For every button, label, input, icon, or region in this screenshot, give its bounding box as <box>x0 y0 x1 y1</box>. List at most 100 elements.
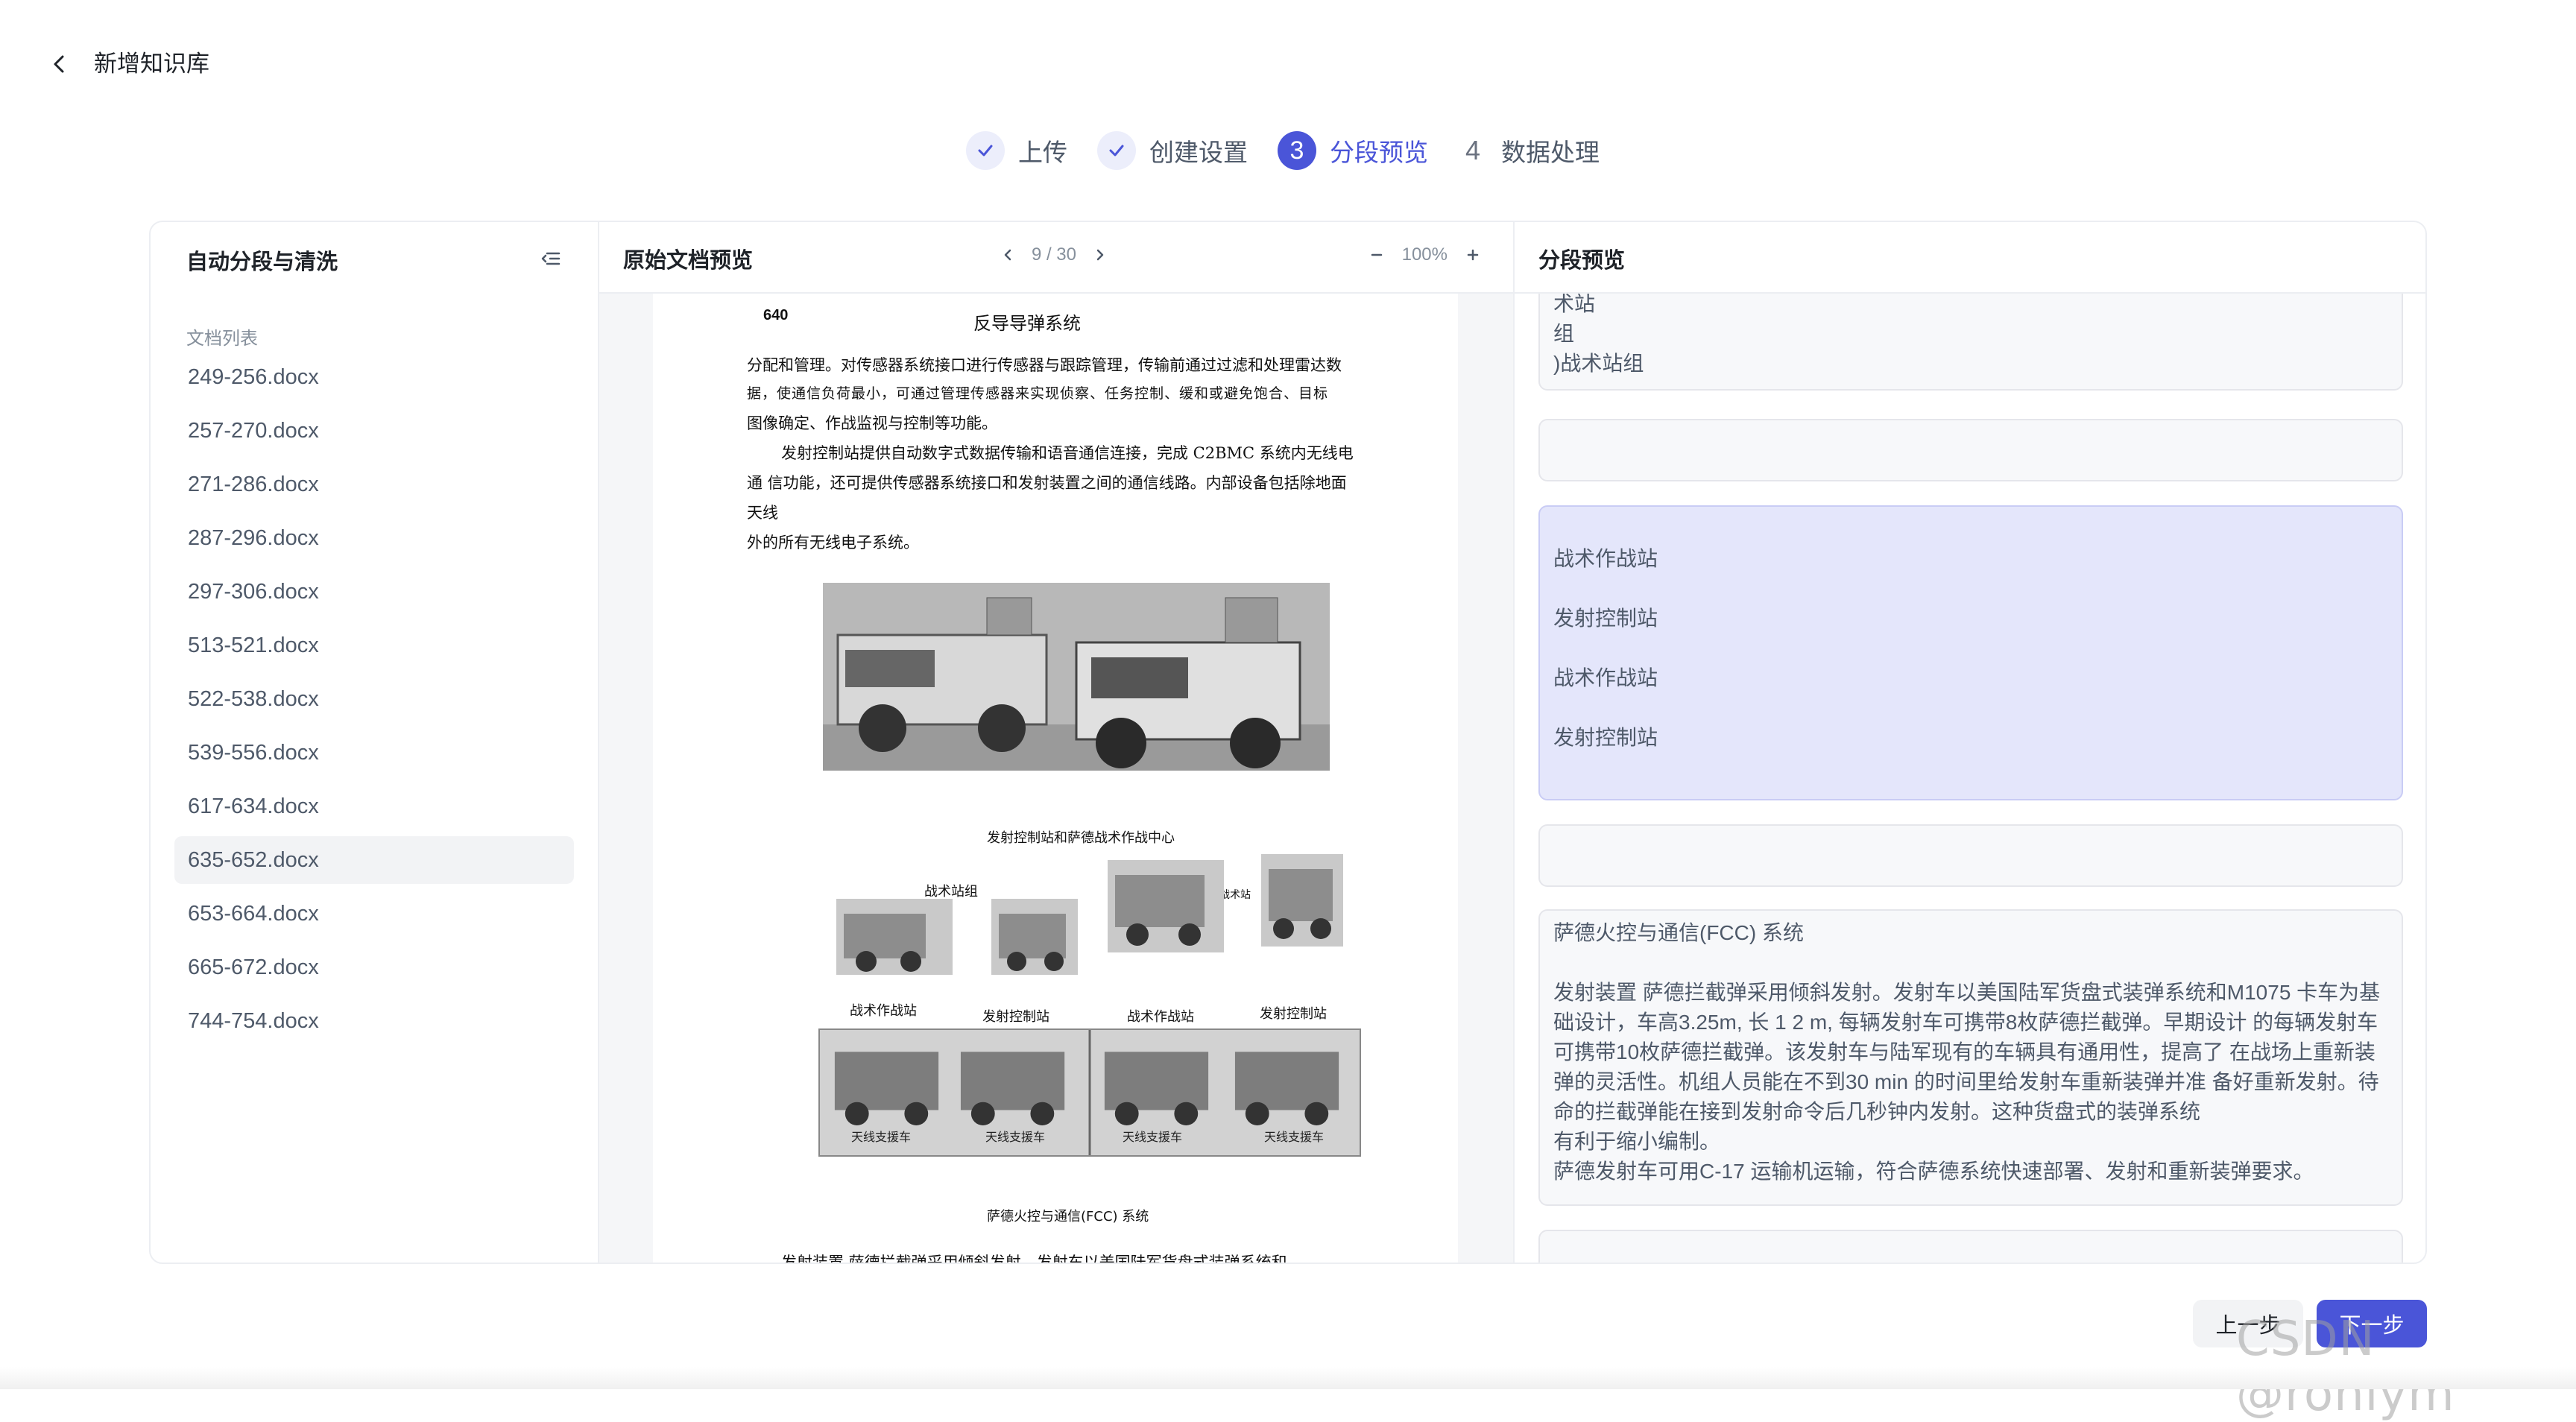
panel-header: 分段预览 <box>1515 222 2425 294</box>
vehicle-caption: 天线支援车 <box>1123 1130 1183 1144</box>
panel-header: 原始文档预览 9 / 30 100% <box>599 222 1513 294</box>
segment-text: 命的拦截弹能在接到发射命令后几秒钟内发射。这种货盘式的装弹系统 <box>1553 1100 2201 1123</box>
doc-paragraph: 外的所有无线电子系统。 <box>747 534 919 552</box>
segment-text: ​ <box>1553 514 2388 544</box>
segment-card-highlighted[interactable]: ​ 战术作战站 ​ 发射控制站 ​ 战术作战站 ​ 发射控制站 <box>1538 505 2403 800</box>
document-item[interactable]: 257-270.docx <box>174 407 574 455</box>
check-icon <box>1097 131 1136 170</box>
panel-title: 自动分段与清洗 <box>186 250 338 274</box>
segment-text: 术站 <box>1553 294 1596 315</box>
document-item[interactable]: 297-306.docx <box>174 568 574 616</box>
step-number: 3 <box>1278 131 1316 170</box>
collapse-sidebar-icon[interactable] <box>540 247 562 270</box>
step-data-processing[interactable]: 4 数据处理 <box>1458 131 1600 170</box>
segment-text: 可携带10枚萨德拦截弹。该发射车与陆军现有的车辆具有通用性，提高了 在战场上重新… <box>1553 1040 2375 1064</box>
step-number: 4 <box>1465 135 1481 165</box>
pager: 9 / 30 <box>997 244 1111 265</box>
zoom-in-icon[interactable] <box>1462 244 1483 265</box>
segment-text: 发射装置 萨德拦截弹采用倾斜发射。发射车以美国陆军货盘式装弹系统和M1075 卡… <box>1553 981 2381 1004</box>
page-heading: 反导导弹系统 <box>973 314 1081 334</box>
vehicle-caption: 天线支援车 <box>1264 1130 1325 1144</box>
panel-title: 原始文档预览 <box>623 249 754 273</box>
document-item[interactable]: 617-634.docx <box>174 783 574 830</box>
segment-card[interactable] <box>1538 419 2403 481</box>
window-bottom-edge <box>0 1367 2576 1389</box>
doc-paragraph: 据，使通信负荷最小，可通过管理传感器来实现侦察、任务控制、缓和或避免饱合、目标 <box>747 385 1329 402</box>
segment-text: ​ <box>1553 633 2388 663</box>
original-document-preview-panel: 原始文档预览 9 / 30 100% 640 反导导弹系统 分配和管理。对传感器… <box>599 222 1515 1263</box>
doc-paragraph: 通 信功能，还可提供传感器系统接口和发射装置之间的通信线路。内部设备包括除地面 <box>747 474 1347 492</box>
document-list-label: 文档列表 <box>186 329 258 349</box>
segment-text: 组 <box>1553 322 1575 345</box>
diagram-label: 发射控制站 <box>1260 1006 1327 1021</box>
segment-text: ​ <box>1553 574 2388 604</box>
diagram-label: 战术站 <box>1219 888 1251 900</box>
diagram-vehicle-image <box>836 899 953 975</box>
document-list: 249-256.docx 257-270.docx 271-286.docx 2… <box>174 353 574 1051</box>
segment-text: ​ <box>1553 948 2388 978</box>
doc-paragraph: 分配和管理。对传感器系统接口进行传感器与跟踪管理，传输前通过过滤和处理雷达数 <box>747 356 1342 374</box>
panel-header: 自动分段与清洗 <box>151 222 598 294</box>
step-indicator: 上传 创建设置 3 分段预览 4 数据处理 <box>966 128 1629 173</box>
segment-card[interactable]: 萨德火控与通信(FCC) 系统 ​ 发射装置 萨德拦截弹采用倾斜发射。发射车以美… <box>1538 909 2403 1206</box>
step-label: 数据处理 <box>1501 139 1600 166</box>
step-create-settings[interactable]: 创建设置 <box>1097 131 1248 170</box>
vehicle-caption: 天线支援车 <box>985 1130 1046 1144</box>
vehicle-caption: 天线支援车 <box>851 1130 912 1144</box>
document-item[interactable]: 522-538.docx <box>174 675 574 723</box>
segment-text: 战术作战站 <box>1553 547 1658 570</box>
document-item[interactable]: 539-556.docx <box>174 729 574 777</box>
doc-paragraph: 图像确定、作战监视与控制等功能。 <box>747 414 997 432</box>
prev-page-icon[interactable] <box>997 244 1018 265</box>
step-label: 上传 <box>1018 139 1067 166</box>
document-item[interactable]: 249-256.docx <box>174 353 574 401</box>
segment-text: )战术站组 <box>1553 352 1644 375</box>
segment-text: 萨德火控与通信(FCC) 系统 <box>1553 921 1804 944</box>
diagram-vehicle-image <box>1261 854 1343 947</box>
page-title: 新增知识库 <box>94 51 209 77</box>
diagram-label: 战术站组 <box>924 884 978 899</box>
vehicle-photo <box>823 583 1330 771</box>
segment-text: 发射控制站 <box>1553 726 1658 749</box>
check-icon <box>966 131 1005 170</box>
document-list-panel: 自动分段与清洗 文档列表 249-256.docx 257-270.docx 2… <box>151 222 599 1263</box>
segment-text: 弹的灵活性。机组人员能在不到30 min 的时间里给发射车重新装弹并准 备好重新… <box>1553 1070 2379 1093</box>
segment-card[interactable] <box>1538 824 2403 887</box>
diagram-vehicle-image <box>1108 860 1224 952</box>
segment-text: 萨德发射车可用C-17 运输机运输，符合萨德系统快速部署、发射和重新装弹要求。 <box>1553 1160 2314 1183</box>
step-upload[interactable]: 上传 <box>966 131 1067 170</box>
doc-paragraph: 发射控制站提供自动数字式数据传输和语音通信连接，完成 C2BMC 系统内无线电 <box>781 444 1354 462</box>
step-segment-preview[interactable]: 3 分段预览 <box>1278 131 1428 170</box>
document-item[interactable]: 271-286.docx <box>174 461 574 508</box>
zoom-level: 100% <box>1401 244 1448 265</box>
document-item[interactable]: 287-296.docx <box>174 514 574 562</box>
diagram-label: 战术作战站 <box>850 1003 917 1018</box>
next-page-icon[interactable] <box>1090 244 1111 265</box>
zoom-out-icon[interactable] <box>1366 244 1387 265</box>
step-label: 创建设置 <box>1149 139 1248 166</box>
diagram-label: 战术作战站 <box>1127 1009 1194 1024</box>
segment-card[interactable]: 术站 组 )战术站组 <box>1538 294 2403 391</box>
document-item-selected[interactable]: 635-652.docx <box>174 836 574 884</box>
main-card: 自动分段与清洗 文档列表 249-256.docx 257-270.docx 2… <box>149 221 2427 1264</box>
document-item[interactable]: 744-754.docx <box>174 997 574 1045</box>
segment-text: 有利于缩小编制。 <box>1553 1130 1721 1153</box>
segment-text: 发射控制站 <box>1553 607 1658 630</box>
segment-text: 战术作战站 <box>1553 666 1658 689</box>
segment-card[interactable] <box>1538 1230 2403 1263</box>
doc-paragraph: 天线 <box>747 504 778 522</box>
document-item[interactable]: 653-664.docx <box>174 890 574 938</box>
segment-preview-panel: 分段预览 术站 组 )战术站组 ​ 战术作战站 ​ 发射控制站 ​ 战术作战站 … <box>1515 222 2425 1263</box>
figure-caption: 萨德火控与通信(FCC) 系统 <box>987 1209 1149 1224</box>
segment-text: ​ <box>1553 693 2388 723</box>
document-viewport[interactable]: 640 反导导弹系统 分配和管理。对传感器系统接口进行传感器与跟踪管理，传输前通… <box>599 294 1513 1263</box>
doc-paragraph: 发射装置 萨德拦截弹采用倾斜发射，发射车以美国陆军货盘式装弹系统和 <box>781 1254 1287 1263</box>
back-arrow-icon[interactable] <box>45 49 75 79</box>
step-label: 分段预览 <box>1330 139 1428 166</box>
segment-list[interactable]: 术站 组 )战术站组 ​ 战术作战站 ​ 发射控制站 ​ 战术作战站 ​ 发射控… <box>1515 294 2425 1263</box>
figure-caption: 发射控制站和萨德战术作战中心 <box>987 830 1175 846</box>
document-item[interactable]: 665-672.docx <box>174 944 574 991</box>
page-number: 640 <box>763 307 789 323</box>
document-item[interactable]: 513-521.docx <box>174 622 574 669</box>
zoom-controls: 100% <box>1366 244 1483 265</box>
